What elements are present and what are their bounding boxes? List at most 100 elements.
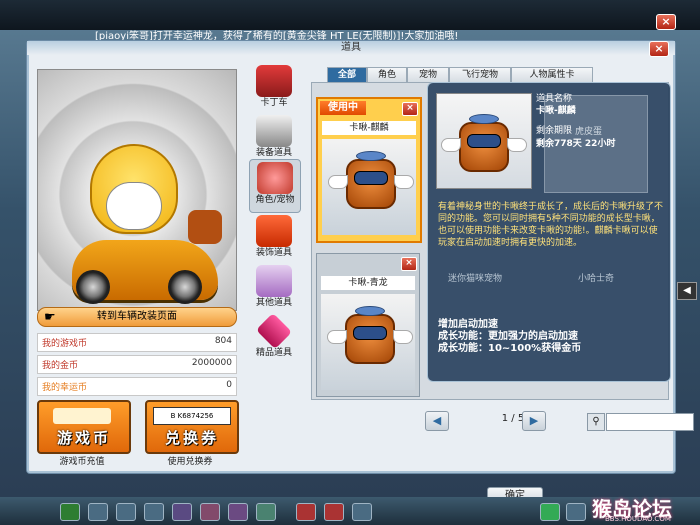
- tab-all[interactable]: 全部: [327, 67, 367, 82]
- top-close-button[interactable]: ×: [656, 14, 676, 30]
- modify-kart-button[interactable]: ☛ 转到车辆改装页面: [37, 307, 237, 327]
- lucky-coin-row: 我的幸运币 0: [37, 377, 237, 396]
- pet-kachu-qilin: [441, 114, 527, 172]
- character-preview: [37, 69, 237, 311]
- pet-kachu-qinglong: [327, 306, 413, 364]
- shop-icon[interactable]: [88, 503, 108, 521]
- propeller-icon: [356, 151, 386, 161]
- item-card-qilin[interactable]: 使用中 × 卡啾-麒麟: [316, 97, 422, 243]
- item-name: 卡啾-麒麟: [322, 121, 416, 135]
- tab-pet[interactable]: 宠物: [407, 67, 449, 82]
- gift-icon[interactable]: [296, 503, 316, 521]
- gem-icon: [255, 312, 293, 350]
- hidden-item-name: 虎皮蛋: [575, 127, 603, 137]
- tab-attribute-card[interactable]: 人物属性卡: [511, 67, 593, 82]
- hidden-item-name: 小哈士奇: [578, 274, 615, 284]
- remove-item-button[interactable]: ×: [401, 257, 417, 271]
- goggles-icon: [467, 134, 501, 148]
- money-value: 0: [226, 380, 232, 390]
- side-expand-arrow-icon[interactable]: ◀: [677, 282, 697, 300]
- tooltip-remain-label: 剩余期限: [536, 126, 573, 136]
- money-label: 我的金币: [42, 361, 79, 371]
- category-label: 卡丁车: [260, 98, 288, 108]
- category-decoration[interactable]: 装饰道具: [249, 213, 299, 265]
- money-value: 804: [214, 336, 232, 346]
- category-label: 装备道具: [255, 148, 292, 158]
- category-label: 精品道具: [255, 348, 292, 358]
- item-image: [322, 139, 416, 235]
- modify-kart-label: 转到车辆改装页面: [97, 311, 177, 322]
- goggles-icon: [353, 326, 387, 340]
- pet-preview: [188, 210, 222, 244]
- effect-line: 成长功能：更加强力的启动加速: [438, 331, 578, 342]
- category-equipment[interactable]: 装备道具: [249, 113, 299, 165]
- propeller-icon: [469, 114, 499, 124]
- tools-icon[interactable]: [144, 503, 164, 521]
- mail-icon[interactable]: [256, 503, 276, 521]
- home-icon[interactable]: [116, 503, 136, 521]
- rider-face: [106, 182, 162, 230]
- kart-wheel: [168, 270, 202, 304]
- hidden-item-name: 迷你猫咪宠物: [448, 274, 503, 284]
- effect-line: 成长功能：10~100%获得金币: [438, 343, 582, 354]
- pet-kachu-qilin: [328, 151, 414, 209]
- tooltip-effects: 增加启动加速 成长功能：更加强力的启动加速 成长功能：10~100%获得金币: [438, 319, 664, 355]
- category-label: 其他道具: [255, 298, 292, 308]
- search-icon[interactable]: ⚲: [587, 413, 605, 431]
- friends-icon[interactable]: [566, 503, 586, 521]
- category-label: 装饰道具: [255, 248, 292, 258]
- remove-item-button[interactable]: ×: [402, 102, 418, 116]
- game-coin-button-label: 游戏币: [56, 429, 111, 447]
- money-value: 2000000: [191, 358, 232, 368]
- tooltip-remain-value: 剩余778天 22小时: [536, 139, 616, 149]
- voucher-button-label: 兑换券: [164, 429, 219, 447]
- gold-coin-row: 我的金币 2000000: [37, 355, 237, 374]
- gift-box-icon: [256, 265, 292, 297]
- barcode-icon: B K6874256: [153, 407, 231, 425]
- money-label: 我的游戏币: [42, 339, 88, 349]
- tooltip-thumbnail: [436, 93, 532, 189]
- tooltip-name-label: 道具名称: [536, 94, 573, 104]
- goggles-icon: [256, 115, 292, 147]
- tooltip-description: 有着神秘身世的卡啾终于成长了，成长后的卡啾升级了不同的功能。您可以同时拥有5种不…: [438, 202, 664, 248]
- goggles-icon: [354, 171, 388, 185]
- category-premium[interactable]: 精品道具: [249, 312, 299, 365]
- game-coin-recharge-button[interactable]: 游戏币: [37, 400, 131, 454]
- category-character-pet[interactable]: 角色/宠物: [249, 159, 301, 213]
- window-close-button[interactable]: ×: [649, 41, 669, 57]
- tab-flying-pet[interactable]: 飞行宠物: [449, 67, 511, 82]
- chat-icon[interactable]: [540, 503, 560, 521]
- item-icon[interactable]: [200, 503, 220, 521]
- character-icon: [257, 162, 293, 194]
- item-card-qinglong[interactable]: × 卡啾-青龙: [316, 253, 420, 397]
- event-icon[interactable]: [324, 503, 344, 521]
- effect-title: 增加启动加速: [438, 319, 498, 330]
- tooltip-item-name: 卡啾-麒麟: [536, 106, 576, 116]
- forum-watermark-url: BBS.HOUDAO.COM: [605, 515, 671, 523]
- next-page-button[interactable]: ▶: [522, 411, 546, 431]
- voucher-caption: 使用兑换券: [167, 457, 213, 467]
- top-system-bar: [0, 0, 700, 30]
- search-input[interactable]: [606, 413, 694, 431]
- game-coin-row: 我的游戏币 804: [37, 333, 237, 352]
- pointing-hand-icon: ☛: [44, 310, 56, 325]
- prev-page-button[interactable]: ◀: [425, 411, 449, 431]
- back-icon[interactable]: [60, 503, 80, 521]
- category-other[interactable]: 其他道具: [249, 263, 299, 315]
- tab-character[interactable]: 角色: [367, 67, 407, 82]
- item-image: [321, 294, 415, 390]
- propeller-icon: [355, 306, 385, 316]
- category-label: 角色/宠物: [255, 195, 295, 205]
- game-coin-caption: 游戏币充值: [59, 457, 105, 467]
- category-kart[interactable]: 卡丁车: [249, 63, 299, 115]
- window-title: 道具: [27, 41, 675, 55]
- hidden-item-row: 迷你猫咪宠物 小哈士奇: [438, 267, 660, 311]
- music-icon[interactable]: [228, 503, 248, 521]
- kart-wheel: [76, 270, 110, 304]
- character-icon[interactable]: [172, 503, 192, 521]
- settings-icon[interactable]: [352, 503, 372, 521]
- use-voucher-button[interactable]: B K6874256 兑换券: [145, 400, 239, 454]
- kart-icon: [256, 65, 292, 97]
- money-label: 我的幸运币: [42, 383, 88, 393]
- flame-icon: [256, 215, 292, 247]
